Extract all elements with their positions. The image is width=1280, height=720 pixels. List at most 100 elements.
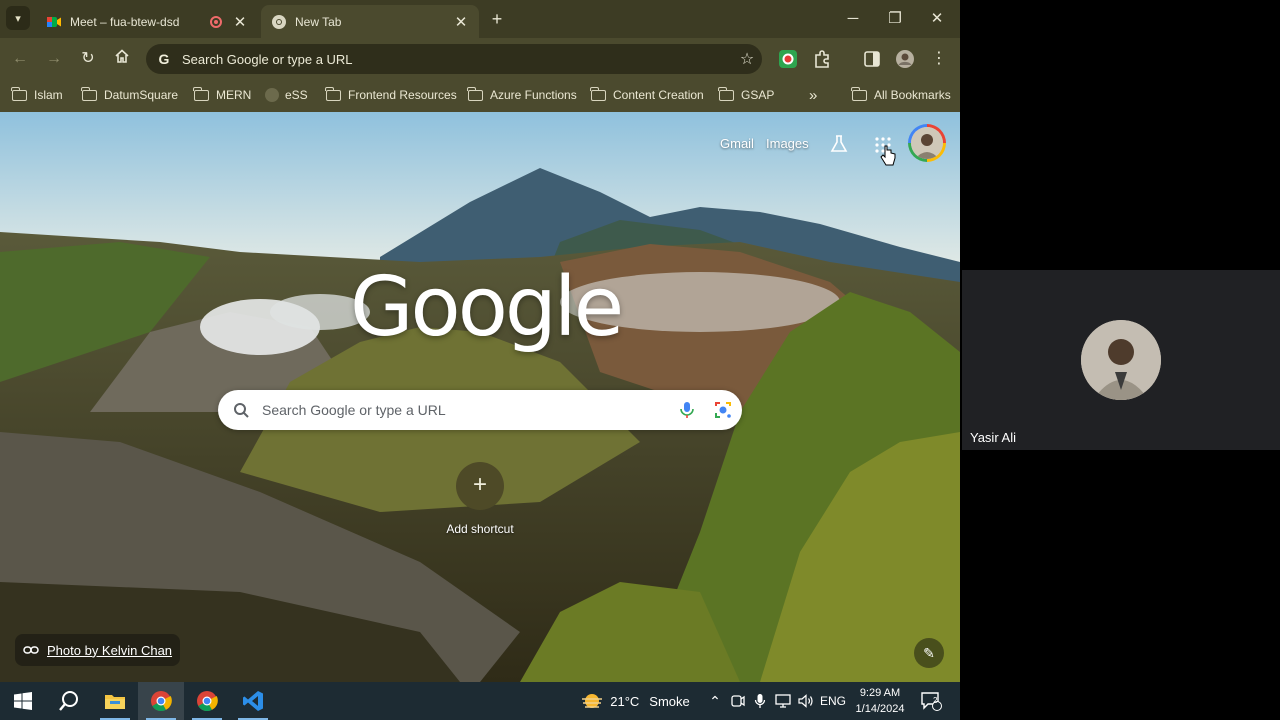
notification-center-button[interactable]: 2 bbox=[914, 682, 948, 720]
google-logo: Google bbox=[350, 260, 624, 355]
notification-icon bbox=[921, 692, 942, 711]
folder-icon bbox=[11, 86, 27, 101]
bookmark-folder-gsap[interactable]: GSAP bbox=[718, 86, 775, 104]
gmail-link[interactable]: Gmail bbox=[720, 136, 754, 151]
mouse-cursor-icon bbox=[880, 145, 896, 166]
folder-icon bbox=[325, 86, 341, 101]
taskbar-vscode[interactable] bbox=[230, 682, 276, 720]
forward-button[interactable]: → bbox=[43, 48, 65, 70]
folder-icon bbox=[467, 86, 483, 101]
start-button[interactable] bbox=[0, 682, 46, 720]
new-tab-button[interactable]: + bbox=[486, 8, 508, 30]
search-icon bbox=[59, 691, 78, 711]
bookmark-folder-islam[interactable]: Islam bbox=[11, 86, 63, 104]
taskbar-chrome-profile[interactable] bbox=[138, 682, 184, 720]
toolbar: ← → ↻ G Search Google or type a URL ☆ ⋮ bbox=[0, 38, 960, 80]
lens-search-icon[interactable] bbox=[704, 400, 742, 420]
vscode-icon bbox=[243, 691, 263, 711]
clock-date: 1/14/2024 bbox=[855, 703, 905, 715]
images-link[interactable]: Images bbox=[766, 136, 809, 151]
network-icon bbox=[775, 694, 791, 708]
show-hidden-icons-button[interactable]: ⌃ bbox=[705, 682, 725, 720]
tray-volume-icon[interactable] bbox=[795, 682, 817, 720]
bookmark-ess[interactable]: eSS bbox=[265, 86, 308, 104]
file-explorer-icon bbox=[105, 695, 125, 709]
bookmark-label: DatumSquare bbox=[104, 88, 179, 102]
reload-button[interactable]: ↻ bbox=[77, 48, 99, 70]
weather-widget[interactable]: 21°C Smoke bbox=[580, 682, 690, 720]
bookmark-star-icon[interactable]: ☆ bbox=[732, 49, 762, 69]
restore-button[interactable]: ❐ bbox=[875, 6, 915, 32]
add-shortcut-button[interactable]: + bbox=[456, 462, 504, 510]
windows-taskbar: 21°C Smoke ⌃ ENG 9:29 AM 1/14/2024 2 bbox=[0, 682, 960, 720]
back-button[interactable]: ← bbox=[9, 48, 31, 70]
tab-meet[interactable]: Meet – fua-btew-dsd ✕ bbox=[36, 5, 258, 38]
folder-icon bbox=[81, 86, 97, 101]
all-bookmarks-button[interactable]: All Bookmarks bbox=[851, 86, 951, 104]
extensions-icon[interactable] bbox=[812, 49, 832, 69]
chevron-up-icon: ⌃ bbox=[709, 692, 721, 709]
camera-app-icon bbox=[731, 695, 745, 707]
tab-strip: ▾ Meet – fua-btew-dsd ✕ New Tab ✕ + ─ ❐ … bbox=[0, 0, 960, 38]
search-icon bbox=[234, 403, 249, 418]
screen-recorder-extension-icon[interactable] bbox=[778, 49, 798, 69]
input-language-indicator[interactable]: ENG bbox=[819, 682, 847, 720]
language-label: ENG bbox=[819, 694, 846, 708]
address-placeholder: Search Google or type a URL bbox=[182, 51, 353, 67]
bookmarks-overflow-button[interactable]: » bbox=[809, 86, 817, 104]
weather-description: Smoke bbox=[649, 693, 690, 709]
minimize-button[interactable]: ─ bbox=[833, 6, 873, 32]
avatar-photo bbox=[911, 127, 943, 159]
microphone-icon bbox=[754, 694, 766, 708]
tab-new-tab[interactable]: New Tab ✕ bbox=[261, 5, 479, 38]
taskbar-search-button[interactable] bbox=[46, 682, 92, 720]
bookmark-label: Islam bbox=[34, 88, 63, 102]
weather-temperature: 21°C bbox=[610, 693, 640, 709]
notification-count: 2 bbox=[933, 696, 938, 705]
taskbar-file-explorer[interactable] bbox=[92, 682, 138, 720]
home-icon bbox=[115, 49, 129, 63]
bookmark-folder-frontend-resources[interactable]: Frontend Resources bbox=[325, 86, 457, 104]
bookmark-folder-datumsquare[interactable]: DatumSquare bbox=[81, 86, 179, 104]
google-meet-icon bbox=[47, 16, 61, 27]
close-tab-icon[interactable]: ✕ bbox=[232, 13, 248, 31]
taskbar-chrome[interactable] bbox=[184, 682, 230, 720]
voice-search-icon[interactable] bbox=[670, 400, 704, 420]
close-window-button[interactable]: ✕ bbox=[917, 6, 957, 32]
taskbar-clock[interactable]: 9:29 AM 1/14/2024 bbox=[848, 685, 912, 717]
hazy-sun-icon bbox=[582, 694, 603, 708]
bookmark-folder-azure-functions[interactable]: Azure Functions bbox=[467, 86, 577, 104]
speaker-icon bbox=[798, 694, 813, 708]
bookmark-label: eSS bbox=[285, 88, 308, 102]
double-chevron-icon: » bbox=[809, 86, 818, 104]
clock-time: 9:29 AM bbox=[859, 687, 901, 699]
chrome-icon bbox=[197, 691, 218, 712]
bookmark-folder-mern[interactable]: MERN bbox=[193, 86, 251, 104]
person-icon bbox=[1081, 320, 1161, 400]
home-button[interactable] bbox=[111, 48, 133, 70]
close-tab-icon[interactable]: ✕ bbox=[453, 13, 469, 31]
photo-attribution[interactable]: Photo by Kelvin Chan bbox=[15, 634, 181, 666]
tray-microphone-icon[interactable] bbox=[750, 682, 770, 720]
tray-meet-icon[interactable] bbox=[728, 682, 748, 720]
folder-icon bbox=[851, 86, 867, 101]
attribution-label: Photo by Kelvin Chan bbox=[47, 642, 173, 658]
bookmark-folder-content-creation[interactable]: Content Creation bbox=[590, 86, 704, 104]
add-shortcut-label: Add shortcut bbox=[446, 522, 514, 536]
profile-avatar-icon[interactable] bbox=[895, 49, 915, 69]
pencil-icon: ✎ bbox=[923, 645, 935, 661]
customize-button[interactable]: ✎ bbox=[914, 638, 944, 668]
tab-search-button[interactable]: ▾ bbox=[6, 6, 30, 30]
participant-name: Yasir Ali bbox=[970, 430, 1016, 445]
folder-icon bbox=[193, 86, 209, 101]
folder-icon bbox=[718, 86, 734, 101]
bookmark-label: GSAP bbox=[741, 88, 775, 102]
ntp-search-box[interactable]: Search Google or type a URL bbox=[218, 390, 742, 430]
chrome-menu-button[interactable]: ⋮ bbox=[928, 48, 950, 70]
side-panel-icon[interactable] bbox=[862, 49, 882, 69]
site-favicon-icon bbox=[265, 88, 279, 102]
address-bar[interactable]: G Search Google or type a URL ☆ bbox=[146, 44, 762, 74]
tray-network-icon[interactable] bbox=[772, 682, 794, 720]
account-avatar[interactable] bbox=[908, 124, 946, 162]
search-labs-icon[interactable] bbox=[829, 134, 849, 154]
